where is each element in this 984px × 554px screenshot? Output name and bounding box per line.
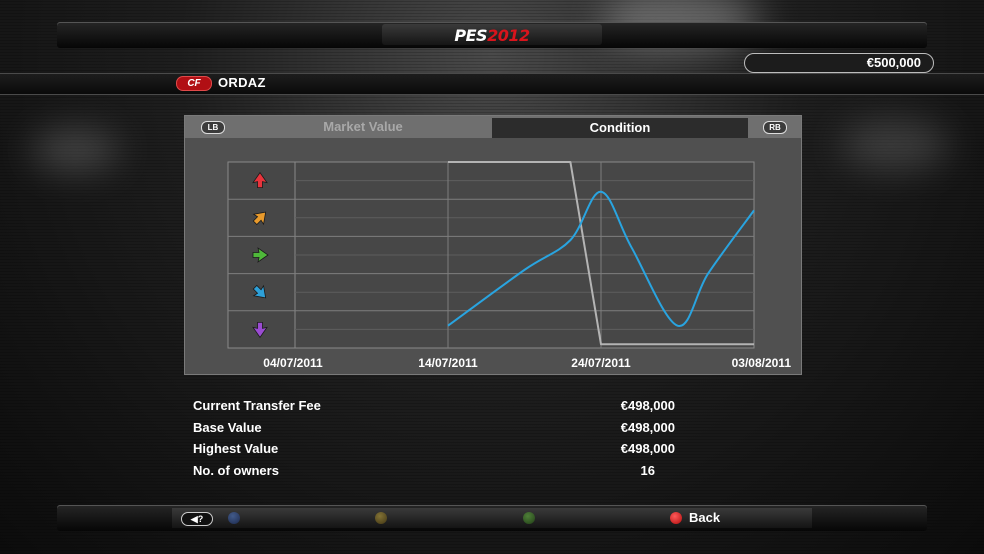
logo-main: PES bbox=[454, 26, 488, 45]
condition-chart: 04/07/2011 14/07/2011 24/07/2011 03/08/2011 bbox=[227, 161, 792, 370]
stat-label: No. of owners bbox=[193, 462, 279, 478]
stadium-light bbox=[840, 120, 950, 170]
stat-label: Current Transfer Fee bbox=[193, 398, 321, 413]
stat-row: Base Value €498,000 bbox=[193, 420, 693, 442]
money-value: €500,000 bbox=[866, 55, 921, 70]
stadium-light bbox=[30, 130, 120, 170]
stat-value: €498,000 bbox=[620, 419, 675, 435]
logo-year: 2012 bbox=[487, 26, 530, 45]
back-button[interactable]: Back bbox=[689, 510, 720, 525]
green-button-icon bbox=[523, 512, 535, 524]
x-tick-label: 03/08/2011 bbox=[732, 356, 792, 370]
x-tick-label: 24/07/2011 bbox=[571, 356, 631, 370]
help-button[interactable]: ◀? bbox=[181, 512, 213, 526]
position-badge: CF bbox=[176, 76, 212, 91]
stat-row: Highest Value €498,000 bbox=[193, 441, 693, 463]
player-bar bbox=[0, 73, 984, 95]
stat-value: 16 bbox=[640, 462, 655, 478]
help-label: ? bbox=[197, 514, 204, 524]
stats-table: Current Transfer Fee €498,000 Base Value €… bbox=[193, 398, 693, 484]
x-tick-label: 14/07/2011 bbox=[418, 356, 478, 370]
yellow-button-icon bbox=[375, 512, 387, 524]
stat-row: No. of owners 16 bbox=[193, 463, 693, 485]
player-name: ORDAZ bbox=[218, 75, 266, 90]
logo-plate: PES2012 bbox=[382, 24, 602, 45]
blue-button-icon bbox=[228, 512, 240, 524]
stat-value: €498,000 bbox=[620, 398, 675, 413]
stat-label: Highest Value bbox=[193, 441, 279, 456]
game-logo: PES2012 bbox=[382, 26, 602, 45]
stat-value: €498,000 bbox=[620, 441, 675, 456]
stat-row: Current Transfer Fee €498,000 bbox=[193, 398, 693, 420]
x-tick-label: 04/07/2011 bbox=[263, 356, 323, 370]
money-display: €500,000 bbox=[744, 53, 934, 73]
stat-label: Base Value bbox=[193, 419, 262, 435]
back-button-icon[interactable] bbox=[670, 512, 682, 524]
